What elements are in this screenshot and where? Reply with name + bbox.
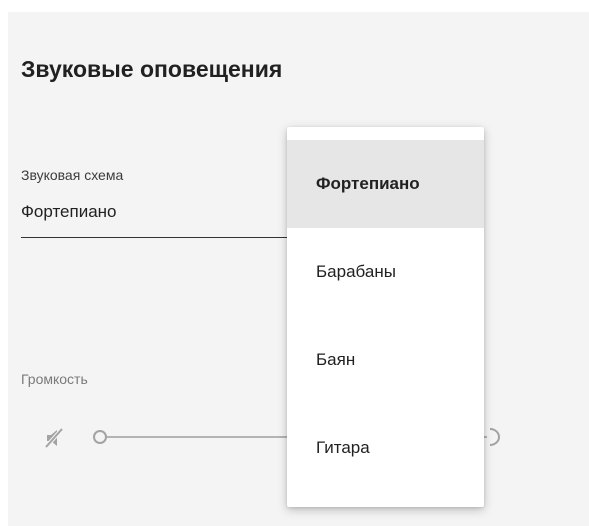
panel-title: Звуковые оповещения: [21, 56, 283, 82]
select-underline: [21, 237, 321, 238]
volume-muted-icon[interactable]: [42, 425, 68, 451]
dropdown-option-guitar[interactable]: Гитара: [287, 404, 484, 492]
sound-scheme-value: Фортепиано: [21, 202, 117, 221]
dropdown-option-drums[interactable]: Барабаны: [287, 228, 484, 316]
volume-label: Громкость: [21, 371, 88, 387]
sound-scheme-dropdown: Фортепиано Барабаны Баян Гитара: [287, 127, 484, 507]
volume-max-icon[interactable]: [486, 426, 502, 448]
sound-scheme-select[interactable]: Звуковая схема Фортепиано: [21, 167, 321, 239]
volume-slider-thumb[interactable]: [93, 430, 107, 444]
dropdown-option-piano[interactable]: Фортепиано: [287, 140, 484, 228]
sound-scheme-label: Звуковая схема: [21, 167, 124, 183]
dropdown-option-bayan[interactable]: Баян: [287, 316, 484, 404]
